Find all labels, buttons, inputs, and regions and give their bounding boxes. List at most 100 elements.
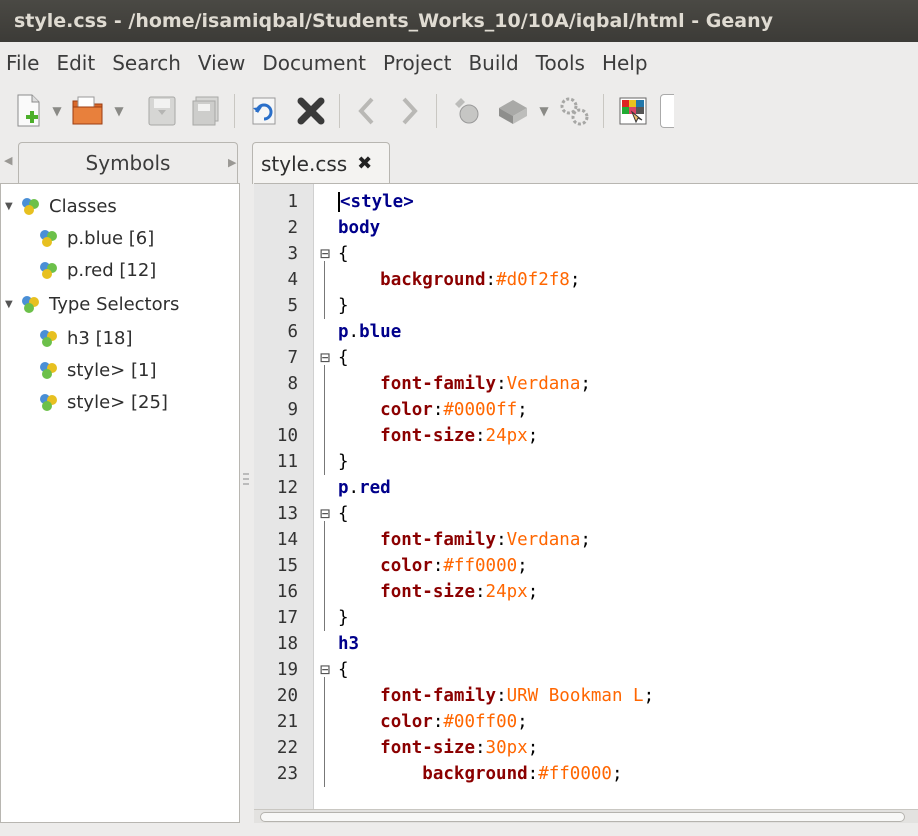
code-line[interactable]: 10 font-size:24px; — [254, 423, 918, 449]
fold-toggle-icon[interactable]: ⊟ — [320, 501, 330, 527]
line-number: 23 — [276, 764, 298, 784]
code-line[interactable]: 5} — [254, 293, 918, 319]
line-number: 22 — [276, 738, 298, 758]
code-line[interactable]: 22 font-size:30px; — [254, 735, 918, 761]
close-tab-icon[interactable]: ✖ — [357, 153, 372, 174]
code-line[interactable]: 16 font-size:24px; — [254, 579, 918, 605]
new-file-dropdown-icon[interactable]: ▼ — [44, 91, 70, 131]
save-all-icon[interactable] — [190, 91, 222, 131]
menu-view[interactable]: View — [198, 51, 245, 75]
open-folder-icon[interactable] — [70, 91, 106, 131]
tree-item-p-blue[interactable]: p.blue [6] — [37, 222, 154, 254]
fold-guide — [324, 261, 325, 319]
status-bar — [0, 823, 918, 836]
tab-scroll-left-icon[interactable]: ◀ — [4, 154, 12, 167]
compile-icon[interactable] — [449, 91, 483, 131]
code-line[interactable]: 15 color:#ff0000; — [254, 553, 918, 579]
code-line[interactable]: 1 <style> — [254, 189, 918, 215]
line-number: 11 — [276, 452, 298, 472]
code-editor[interactable]: 1 <style> 2 body 3 ⊟{4 background:#d0f2f8; 5} 6… — [254, 183, 918, 823]
execute-icon[interactable] — [557, 91, 591, 131]
reload-icon[interactable] — [247, 91, 281, 131]
code-line[interactable]: 4 background:#d0f2f8; — [254, 267, 918, 293]
code-text: { — [338, 504, 349, 524]
code-line[interactable]: 7 ⊟ { — [254, 345, 918, 371]
code-line[interactable]: 8 font-family:Verdana; — [254, 371, 918, 397]
code-line[interactable]: 11} — [254, 449, 918, 475]
tree-item-h3[interactable]: h3 [18] — [37, 322, 133, 354]
line-number: 6 — [287, 322, 298, 342]
menu-tools[interactable]: Tools — [536, 51, 585, 75]
line-number: 7 — [287, 348, 298, 368]
code-line[interactable]: 17} — [254, 605, 918, 631]
code-text: background:#d0f2f8; — [380, 270, 581, 290]
code-line[interactable]: 19 ⊟ { — [254, 657, 918, 683]
menu-document[interactable]: Document — [262, 51, 366, 75]
open-file-dropdown-icon[interactable]: ▼ — [106, 91, 132, 131]
line-number: 13 — [276, 504, 298, 524]
close-file-icon[interactable] — [295, 91, 327, 131]
color-chooser-icon[interactable] — [616, 91, 650, 131]
menu-build[interactable]: Build — [468, 51, 518, 75]
fold-toggle-icon[interactable]: ⊟ — [320, 657, 330, 683]
line-number: 19 — [276, 660, 298, 680]
line-number: 21 — [276, 712, 298, 732]
type-icon — [40, 330, 57, 347]
tab-symbols[interactable]: Symbols — [18, 142, 238, 184]
menu-file[interactable]: File — [6, 51, 39, 75]
tree-label: Type Selectors — [49, 293, 180, 315]
code-text: color:#ff0000; — [380, 556, 528, 576]
editor-tabbar: style.css ✖ — [246, 142, 918, 184]
code-line[interactable]: 20 font-family:URW Bookman L; — [254, 683, 918, 709]
menu-edit[interactable]: Edit — [56, 51, 95, 75]
line-number: 17 — [276, 608, 298, 628]
tree-item-p-red[interactable]: p.red [12] — [37, 254, 156, 286]
line-number: 9 — [287, 400, 298, 420]
horizontal-scrollbar[interactable] — [254, 809, 918, 823]
menu-search[interactable]: Search — [112, 51, 181, 75]
save-icon[interactable] — [146, 91, 178, 131]
code-line[interactable]: 6 p.blue — [254, 319, 918, 345]
navigate-forward-icon[interactable] — [394, 91, 424, 131]
tab-scroll-right-icon[interactable]: ▶ — [228, 156, 236, 169]
code-line[interactable]: 18 h3 — [254, 631, 918, 657]
expander-icon[interactable]: ▼ — [5, 299, 19, 310]
code-text: <style> — [338, 192, 414, 212]
code-line[interactable]: 9 color:#0000ff; — [254, 397, 918, 423]
code-text: } — [338, 452, 349, 472]
menu-help[interactable]: Help — [602, 51, 648, 75]
code-text: font-family:URW Bookman L; — [380, 686, 655, 706]
class-icon — [22, 198, 39, 215]
build-dropdown-icon[interactable]: ▼ — [531, 91, 557, 131]
code-line[interactable]: 12 p.red — [254, 475, 918, 501]
code-text: font-size:24px; — [380, 426, 539, 446]
fold-toggle-icon[interactable]: ⊟ — [320, 345, 330, 371]
code-line[interactable]: 3 ⊟ { — [254, 241, 918, 267]
line-number: 5 — [287, 296, 298, 316]
search-entry-edge[interactable] — [660, 94, 674, 128]
line-number: 3 — [287, 244, 298, 264]
tree-item-style-1[interactable]: style> [1] — [37, 354, 156, 386]
expander-icon[interactable]: ▼ — [5, 201, 19, 212]
tree-group-classes[interactable]: ▼ Classes — [5, 190, 117, 222]
build-icon[interactable] — [495, 91, 531, 131]
code-line[interactable]: 2 body — [254, 215, 918, 241]
fold-guide — [324, 677, 325, 787]
code-line[interactable]: 21 color:#00ff00; — [254, 709, 918, 735]
code-text: p.red — [338, 478, 391, 498]
scrollbar-thumb[interactable] — [260, 812, 905, 822]
tree-group-type-selectors[interactable]: ▼ Type Selectors — [5, 288, 179, 320]
code-text: body — [338, 218, 381, 238]
code-line[interactable]: 13 ⊟ { — [254, 501, 918, 527]
new-file-icon[interactable] — [14, 91, 44, 131]
pane-resize-handle[interactable] — [243, 470, 249, 500]
code-line[interactable]: 14 font-family:Verdana; — [254, 527, 918, 553]
type-icon — [40, 362, 57, 379]
fold-toggle-icon[interactable]: ⊟ — [320, 241, 330, 267]
tree-item-style-25[interactable]: style> [25] — [37, 386, 168, 418]
tab-style-css[interactable]: style.css ✖ — [252, 142, 390, 184]
code-line[interactable]: 23 background:#ff0000; — [254, 761, 918, 787]
menu-project[interactable]: Project — [383, 51, 451, 75]
fold-guide — [324, 365, 325, 475]
navigate-back-icon[interactable] — [352, 91, 382, 131]
